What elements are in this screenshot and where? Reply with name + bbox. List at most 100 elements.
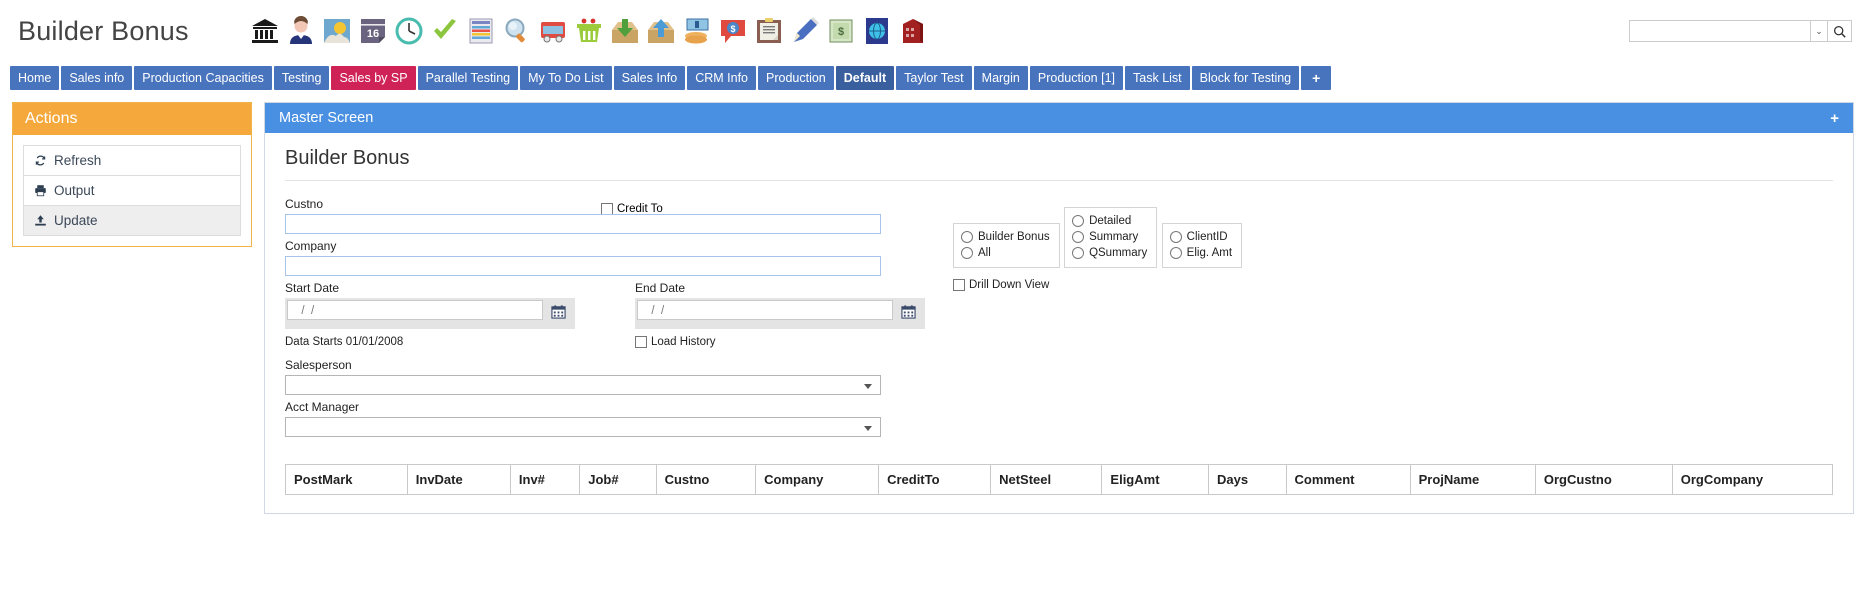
master-screen-title: Master Screen (279, 110, 374, 126)
dollar-bubble-icon[interactable]: $ (717, 15, 749, 47)
col-postmark[interactable]: PostMark (285, 464, 408, 495)
col-netsteel[interactable]: NetSteel (990, 464, 1103, 495)
drill-down-view-checkbox[interactable] (953, 279, 965, 291)
radio-icon-builder-bonus (961, 231, 973, 243)
calendar-icon-end[interactable] (893, 300, 923, 322)
tab-home[interactable]: Home (10, 66, 60, 90)
tab-production[interactable]: Production (758, 66, 834, 90)
start-date-label: Start Date (285, 281, 340, 295)
salesperson-label: Salesperson (285, 358, 352, 372)
load-history-checkbox[interactable] (635, 336, 647, 348)
company-input[interactable] (285, 256, 881, 276)
form-right-column: Builder Bonus All Detailed Summary QSumm… (953, 203, 1243, 291)
master-collapse-toggle[interactable]: + (1830, 110, 1839, 127)
calendar-16-icon[interactable]: 16 (357, 15, 389, 47)
radio-clientid[interactable]: ClientID (1169, 229, 1232, 245)
col-job-num[interactable]: Job# (579, 464, 657, 495)
spreadsheet-icon[interactable] (465, 15, 497, 47)
start-date-input[interactable] (287, 300, 543, 320)
col-creditto[interactable]: CreditTo (878, 464, 992, 495)
radio-detailed[interactable]: Detailed (1072, 213, 1147, 229)
tab-sales-by-sp[interactable]: Sales by SP (331, 66, 416, 90)
tab-my-to-do-list[interactable]: My To Do List (520, 66, 612, 90)
col-comment[interactable]: Comment (1285, 464, 1411, 495)
tab-default[interactable]: Default (835, 66, 895, 90)
salesperson-select[interactable] (285, 375, 881, 395)
col-days[interactable]: Days (1208, 464, 1287, 495)
tab-crm-info[interactable]: CRM Info (687, 66, 756, 90)
refresh-icon (34, 154, 47, 167)
pencil-icon[interactable] (789, 15, 821, 47)
tab-task-list[interactable]: Task List (1125, 66, 1190, 90)
checkmark-icon[interactable] (429, 15, 461, 47)
tab-parallel-testing[interactable]: Parallel Testing (417, 66, 519, 90)
date-row: Start Date / / Data Starts 01/01/2008 En… (285, 281, 925, 348)
tab-testing[interactable]: Testing (273, 66, 330, 90)
acct-manager-select[interactable] (285, 417, 881, 437)
load-history-row: Load History (635, 336, 925, 348)
user-icon[interactable] (285, 15, 317, 47)
header-search: ⌄ (1629, 20, 1852, 42)
actions-list: Refresh Output Update (13, 135, 251, 246)
tab-block-for-testing[interactable]: Block for Testing (1191, 66, 1300, 90)
load-history-label: Load History (651, 336, 716, 348)
custno-input[interactable] (285, 214, 881, 234)
tab-production-capacities[interactable]: Production Capacities (134, 66, 272, 90)
data-starts-hint: Data Starts 01/01/2008 (285, 336, 404, 348)
svg-text:$: $ (838, 26, 844, 38)
radio-builder-bonus-label: Builder Bonus (978, 231, 1050, 243)
printer-icon (34, 184, 47, 197)
radio-all[interactable]: All (961, 245, 1050, 261)
inbox-down-icon[interactable] (609, 15, 641, 47)
chevron-down-icon[interactable]: ⌄ (1811, 20, 1828, 42)
radio-all-label: All (978, 247, 991, 259)
globe-icon[interactable] (861, 15, 893, 47)
start-date-group: Start Date / / Data Starts 01/01/2008 (285, 281, 575, 348)
tab-production-1[interactable]: Production [1] (1029, 66, 1124, 90)
svg-text:16: 16 (367, 28, 379, 40)
tab-sales-info-2[interactable]: Sales Info (613, 66, 686, 90)
bank-icon[interactable] (249, 15, 281, 47)
col-orgcustno[interactable]: OrgCustno (1534, 464, 1673, 495)
tab-margin[interactable]: Margin (973, 66, 1028, 90)
action-output[interactable]: Output (23, 175, 241, 205)
action-update[interactable]: Update (23, 205, 241, 236)
building-icon[interactable] (897, 15, 929, 47)
end-date-input[interactable] (637, 300, 893, 320)
col-orgcompany[interactable]: OrgCompany (1671, 464, 1834, 495)
col-custno[interactable]: Custno (655, 464, 757, 495)
end-date-group: End Date / / Load History (635, 281, 925, 348)
radio-icon-detailed (1072, 215, 1085, 227)
tab-add-button[interactable]: + (1301, 66, 1332, 90)
col-invdate[interactable]: InvDate (406, 464, 511, 495)
cash-icon[interactable]: $ (825, 15, 857, 47)
col-company[interactable]: Company (755, 464, 880, 495)
col-projname[interactable]: ProjName (1409, 464, 1536, 495)
tab-sales-info-1[interactable]: Sales info (61, 66, 133, 90)
master-screen-body: Builder Bonus Credit To Custno Company S… (265, 133, 1853, 513)
action-output-label: Output (54, 183, 95, 198)
search-icon[interactable] (1828, 20, 1852, 42)
search-input[interactable] (1629, 20, 1811, 42)
truck-icon[interactable] (537, 15, 569, 47)
radio-summary[interactable]: Summary (1072, 229, 1147, 245)
weather-icon[interactable] (321, 15, 353, 47)
clock-icon[interactable] (393, 15, 425, 47)
results-table-header-row: PostMark InvDate Inv# Job# Custno Compan… (285, 464, 1834, 495)
radio-builder-bonus[interactable]: Builder Bonus (961, 229, 1050, 245)
tab-taylor-test[interactable]: Taylor Test (896, 66, 972, 90)
radio-qsummary[interactable]: QSummary (1072, 245, 1147, 261)
clipboard-icon[interactable] (753, 15, 785, 47)
calendar-icon[interactable] (543, 300, 573, 322)
col-eligamt[interactable]: EligAmt (1101, 464, 1210, 495)
basket-icon[interactable] (573, 15, 605, 47)
magnifier-icon[interactable] (501, 15, 533, 47)
radio-elig-amt[interactable]: Elig. Amt (1169, 245, 1232, 261)
inbox-up-icon[interactable] (645, 15, 677, 47)
radio-icon-elig-amt (1169, 247, 1182, 259)
money-hand-icon[interactable] (681, 15, 713, 47)
action-refresh[interactable]: Refresh (23, 145, 241, 175)
radio-icon-summary (1072, 231, 1085, 243)
col-inv-num[interactable]: Inv# (509, 464, 581, 495)
radio-qsummary-label: QSummary (1089, 247, 1148, 259)
